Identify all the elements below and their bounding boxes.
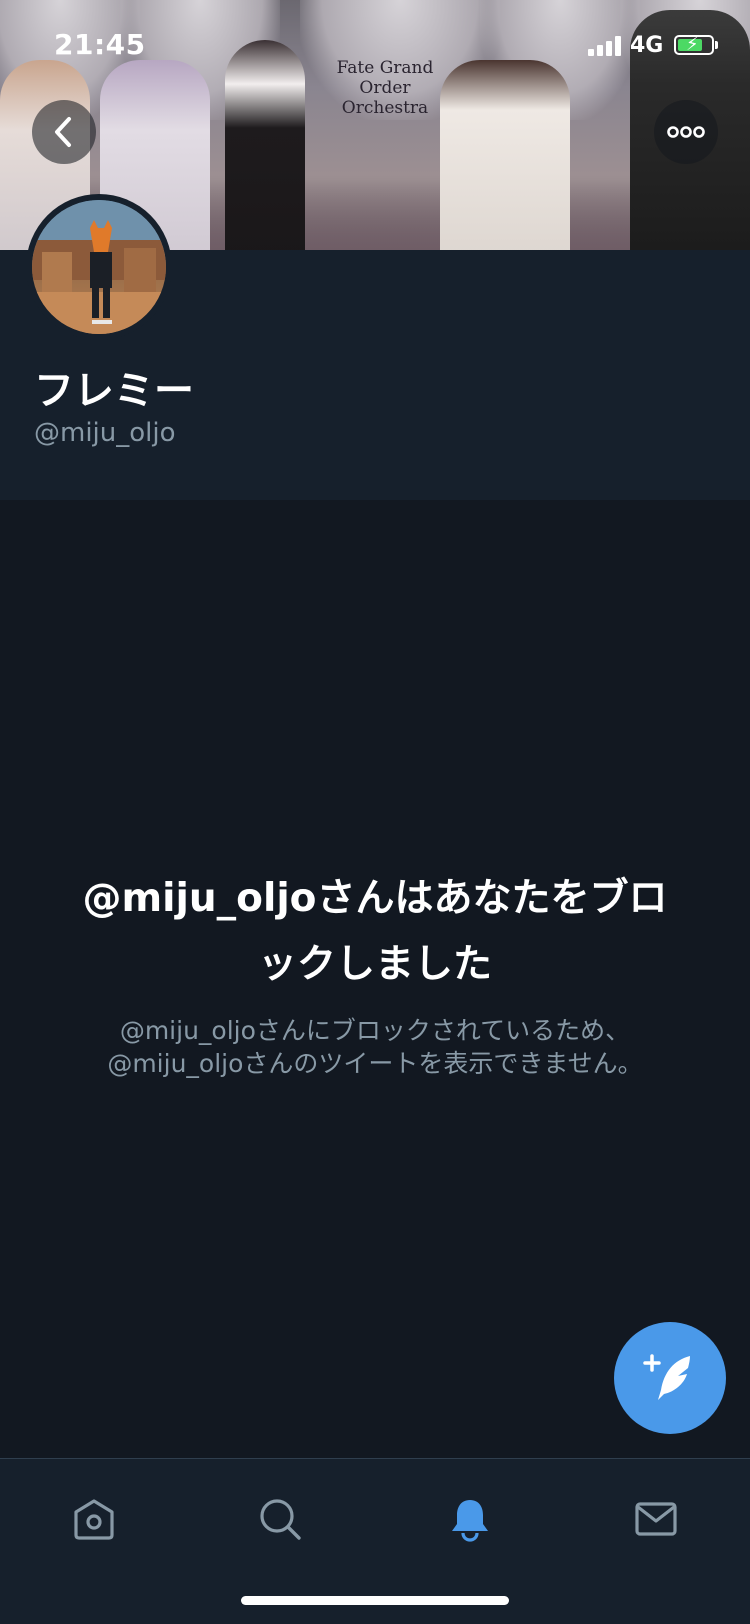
more-options-button[interactable] (654, 100, 718, 164)
banner-logo-line2: Orchestra (341, 98, 429, 118)
avatar-image (32, 200, 166, 334)
compose-tweet-icon (643, 1354, 690, 1400)
mail-icon (635, 1502, 677, 1536)
status-bar: 21:45 4G ⚡ (0, 0, 750, 90)
blocked-title: @miju_oljoさんはあなたをブロックしました (82, 876, 668, 987)
profile-handle: @miju_oljo (34, 418, 176, 448)
tab-messages[interactable] (626, 1489, 686, 1549)
profile-display-name: フレミー (34, 368, 194, 414)
chevron-left-icon (55, 117, 71, 147)
ellipsis-icon (667, 126, 705, 138)
avatar-illustration (32, 200, 166, 334)
home-icon (74, 1499, 114, 1540)
signal-icon (588, 36, 624, 56)
network-type: 4G (630, 33, 664, 58)
status-time: 21:45 (54, 28, 146, 61)
tab-search[interactable] (250, 1489, 310, 1549)
blocked-description: @miju_oljoさんにブロックされているため、@miju_oljoさんのツイ… (107, 1016, 643, 1078)
avatar[interactable] (26, 194, 172, 340)
search-icon (260, 1499, 301, 1540)
tab-notifications[interactable] (440, 1489, 500, 1549)
home-indicator[interactable] (241, 1596, 509, 1605)
charging-icon: ⚡ (686, 34, 699, 55)
compose-tweet-button[interactable] (614, 1322, 726, 1434)
tab-home[interactable] (64, 1489, 124, 1549)
back-button[interactable] (32, 100, 96, 164)
bell-icon (452, 1500, 488, 1542)
profile-screen: Fate Grand Order Orchestra 21:45 4G ⚡ フレ… (0, 0, 750, 1624)
battery-cap (715, 41, 718, 49)
